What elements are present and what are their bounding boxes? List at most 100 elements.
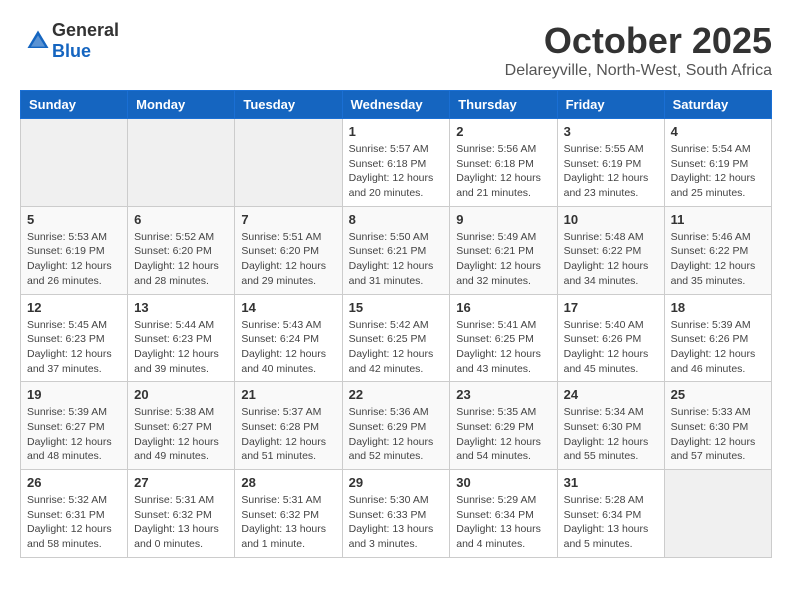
weekday-header-cell: Sunday: [21, 91, 128, 119]
calendar-week-row: 1Sunrise: 5:57 AM Sunset: 6:18 PM Daylig…: [21, 119, 772, 207]
day-info: Sunrise: 5:46 AM Sunset: 6:22 PM Dayligh…: [671, 230, 765, 289]
day-number: 2: [456, 124, 550, 139]
day-info: Sunrise: 5:40 AM Sunset: 6:26 PM Dayligh…: [564, 318, 658, 377]
month-title: October 2025: [505, 20, 772, 62]
calendar-body: 1Sunrise: 5:57 AM Sunset: 6:18 PM Daylig…: [21, 119, 772, 558]
calendar-day-cell: 12 Sunrise: 5:45 AM Sunset: 6:23 PM Dayli…: [21, 294, 128, 382]
day-number: 11: [671, 212, 765, 227]
day-number: 23: [456, 387, 550, 402]
day-info: Sunrise: 5:48 AM Sunset: 6:22 PM Dayligh…: [564, 230, 658, 289]
day-number: 18: [671, 300, 765, 315]
calendar-day-cell: 4Sunrise: 5:54 AM Sunset: 6:19 PM Daylig…: [664, 119, 771, 207]
day-number: 29: [349, 475, 444, 490]
day-number: 15: [349, 300, 444, 315]
day-info: Sunrise: 5:29 AM Sunset: 6:34 PM Dayligh…: [456, 493, 550, 552]
calendar-day-cell: 6 Sunrise: 5:52 AM Sunset: 6:20 PM Daylig…: [128, 206, 235, 294]
day-info: Sunrise: 5:30 AM Sunset: 6:33 PM Dayligh…: [349, 493, 444, 552]
calendar-day-cell: 29 Sunrise: 5:30 AM Sunset: 6:33 PM Dayli…: [342, 470, 450, 558]
calendar-day-cell: [128, 119, 235, 207]
weekday-header-cell: Thursday: [450, 91, 557, 119]
day-number: 13: [134, 300, 228, 315]
day-info: Sunrise: 5:35 AM Sunset: 6:29 PM Dayligh…: [456, 405, 550, 464]
day-info: Sunrise: 5:31 AM Sunset: 6:32 PM Dayligh…: [241, 493, 335, 552]
calendar-table: SundayMondayTuesdayWednesdayThursdayFrid…: [20, 90, 772, 558]
calendar-day-cell: 23 Sunrise: 5:35 AM Sunset: 6:29 PM Dayli…: [450, 382, 557, 470]
weekday-header-cell: Wednesday: [342, 91, 450, 119]
calendar-day-cell: 14 Sunrise: 5:43 AM Sunset: 6:24 PM Dayli…: [235, 294, 342, 382]
day-number: 4: [671, 124, 765, 139]
calendar-day-cell: 26 Sunrise: 5:32 AM Sunset: 6:31 PM Dayli…: [21, 470, 128, 558]
calendar-day-cell: 19 Sunrise: 5:39 AM Sunset: 6:27 PM Dayli…: [21, 382, 128, 470]
day-number: 28: [241, 475, 335, 490]
calendar-week-row: 5 Sunrise: 5:53 AM Sunset: 6:19 PM Daylig…: [21, 206, 772, 294]
calendar-day-cell: 24 Sunrise: 5:34 AM Sunset: 6:30 PM Dayli…: [557, 382, 664, 470]
day-number: 5: [27, 212, 121, 227]
calendar-day-cell: 16 Sunrise: 5:41 AM Sunset: 6:25 PM Dayli…: [450, 294, 557, 382]
logo-general: General: [52, 20, 119, 40]
day-number: 8: [349, 212, 444, 227]
title-area: October 2025 Delareyville, North-West, S…: [505, 20, 772, 80]
day-info: Sunrise: 5:43 AM Sunset: 6:24 PM Dayligh…: [241, 318, 335, 377]
calendar-day-cell: 13 Sunrise: 5:44 AM Sunset: 6:23 PM Dayli…: [128, 294, 235, 382]
calendar-day-cell: 21 Sunrise: 5:37 AM Sunset: 6:28 PM Dayli…: [235, 382, 342, 470]
day-number: 24: [564, 387, 658, 402]
calendar-day-cell: 3Sunrise: 5:55 AM Sunset: 6:19 PM Daylig…: [557, 119, 664, 207]
day-number: 17: [564, 300, 658, 315]
calendar-day-cell: 8 Sunrise: 5:50 AM Sunset: 6:21 PM Daylig…: [342, 206, 450, 294]
logo: General Blue: [20, 20, 119, 62]
day-number: 22: [349, 387, 444, 402]
day-info: Sunrise: 5:50 AM Sunset: 6:21 PM Dayligh…: [349, 230, 444, 289]
calendar-day-cell: 30 Sunrise: 5:29 AM Sunset: 6:34 PM Dayli…: [450, 470, 557, 558]
calendar-week-row: 19 Sunrise: 5:39 AM Sunset: 6:27 PM Dayli…: [21, 382, 772, 470]
day-number: 21: [241, 387, 335, 402]
day-number: 7: [241, 212, 335, 227]
day-info: Sunrise: 5:49 AM Sunset: 6:21 PM Dayligh…: [456, 230, 550, 289]
day-number: 6: [134, 212, 228, 227]
calendar-week-row: 12 Sunrise: 5:45 AM Sunset: 6:23 PM Dayli…: [21, 294, 772, 382]
calendar-day-cell: 9Sunrise: 5:49 AM Sunset: 6:21 PM Daylig…: [450, 206, 557, 294]
calendar-day-cell: 11 Sunrise: 5:46 AM Sunset: 6:22 PM Dayli…: [664, 206, 771, 294]
day-number: 26: [27, 475, 121, 490]
calendar-day-cell: 18Sunrise: 5:39 AM Sunset: 6:26 PM Dayli…: [664, 294, 771, 382]
day-info: Sunrise: 5:51 AM Sunset: 6:20 PM Dayligh…: [241, 230, 335, 289]
day-number: 27: [134, 475, 228, 490]
day-info: Sunrise: 5:34 AM Sunset: 6:30 PM Dayligh…: [564, 405, 658, 464]
day-info: Sunrise: 5:36 AM Sunset: 6:29 PM Dayligh…: [349, 405, 444, 464]
weekday-header-cell: Saturday: [664, 91, 771, 119]
calendar-day-cell: 25Sunrise: 5:33 AM Sunset: 6:30 PM Dayli…: [664, 382, 771, 470]
calendar-day-cell: 7 Sunrise: 5:51 AM Sunset: 6:20 PM Daylig…: [235, 206, 342, 294]
calendar-day-cell: 2 Sunrise: 5:56 AM Sunset: 6:18 PM Daylig…: [450, 119, 557, 207]
location-subtitle: Delareyville, North-West, South Africa: [505, 62, 772, 80]
day-info: Sunrise: 5:32 AM Sunset: 6:31 PM Dayligh…: [27, 493, 121, 552]
day-number: 31: [564, 475, 658, 490]
day-number: 12: [27, 300, 121, 315]
day-number: 3: [564, 124, 658, 139]
day-info: Sunrise: 5:52 AM Sunset: 6:20 PM Dayligh…: [134, 230, 228, 289]
day-number: 14: [241, 300, 335, 315]
day-info: Sunrise: 5:57 AM Sunset: 6:18 PM Dayligh…: [349, 142, 444, 201]
weekday-header-cell: Friday: [557, 91, 664, 119]
day-info: Sunrise: 5:53 AM Sunset: 6:19 PM Dayligh…: [27, 230, 121, 289]
calendar-day-cell: 10 Sunrise: 5:48 AM Sunset: 6:22 PM Dayli…: [557, 206, 664, 294]
weekday-header-row: SundayMondayTuesdayWednesdayThursdayFrid…: [21, 91, 772, 119]
day-info: Sunrise: 5:42 AM Sunset: 6:25 PM Dayligh…: [349, 318, 444, 377]
day-info: Sunrise: 5:56 AM Sunset: 6:18 PM Dayligh…: [456, 142, 550, 201]
day-number: 16: [456, 300, 550, 315]
day-info: Sunrise: 5:44 AM Sunset: 6:23 PM Dayligh…: [134, 318, 228, 377]
calendar-day-cell: 27Sunrise: 5:31 AM Sunset: 6:32 PM Dayli…: [128, 470, 235, 558]
day-number: 19: [27, 387, 121, 402]
day-info: Sunrise: 5:37 AM Sunset: 6:28 PM Dayligh…: [241, 405, 335, 464]
logo-blue: Blue: [52, 41, 91, 61]
day-info: Sunrise: 5:39 AM Sunset: 6:27 PM Dayligh…: [27, 405, 121, 464]
day-number: 30: [456, 475, 550, 490]
day-info: Sunrise: 5:41 AM Sunset: 6:25 PM Dayligh…: [456, 318, 550, 377]
calendar-day-cell: [664, 470, 771, 558]
calendar-day-cell: 15 Sunrise: 5:42 AM Sunset: 6:25 PM Dayli…: [342, 294, 450, 382]
calendar-day-cell: [21, 119, 128, 207]
calendar-week-row: 26 Sunrise: 5:32 AM Sunset: 6:31 PM Dayli…: [21, 470, 772, 558]
logo-icon: [24, 27, 52, 55]
day-info: Sunrise: 5:45 AM Sunset: 6:23 PM Dayligh…: [27, 318, 121, 377]
calendar-day-cell: 28 Sunrise: 5:31 AM Sunset: 6:32 PM Dayli…: [235, 470, 342, 558]
day-number: 20: [134, 387, 228, 402]
day-number: 10: [564, 212, 658, 227]
